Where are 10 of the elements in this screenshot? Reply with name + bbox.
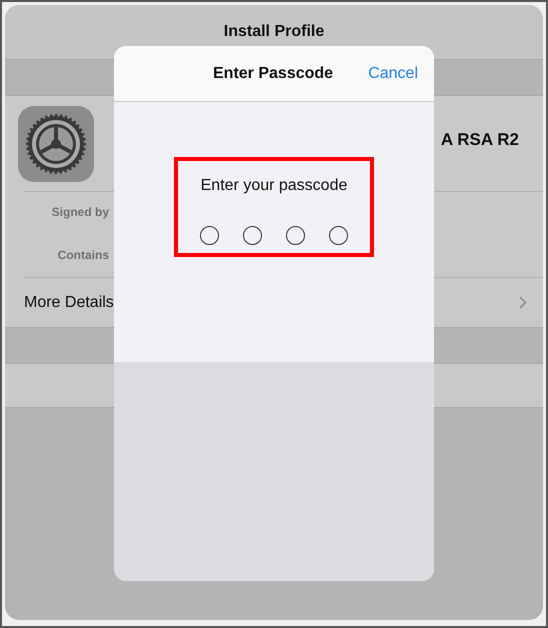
- signed-by-label: Signed by: [52, 204, 109, 221]
- dialog-title: Enter Passcode: [213, 64, 334, 84]
- screen-title: Install Profile: [224, 22, 324, 42]
- contains-label: Contains: [58, 246, 109, 264]
- more-details-link[interactable]: More Details: [24, 290, 114, 314]
- profile-name: A RSA R2: [440, 128, 519, 151]
- chevron-right-icon: [519, 296, 527, 309]
- cancel-button[interactable]: Cancel: [368, 62, 418, 86]
- passcode-prompt: Enter your passcode: [200, 176, 348, 196]
- gear-icon: [18, 106, 94, 182]
